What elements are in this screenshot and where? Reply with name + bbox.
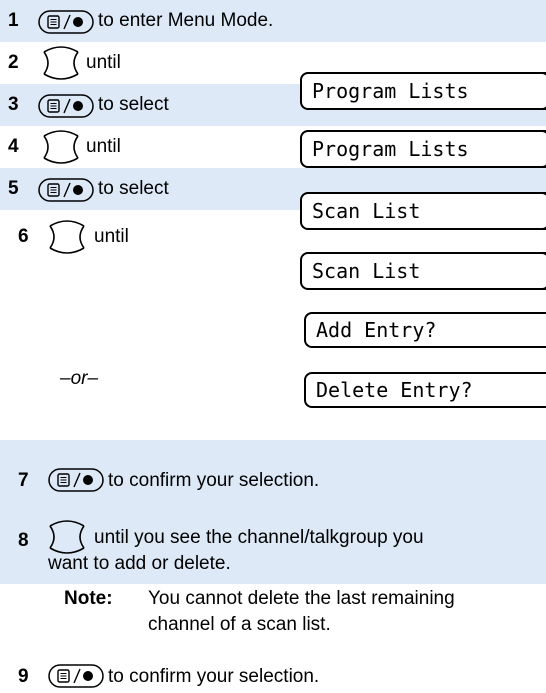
step-number: 1 bbox=[8, 10, 19, 31]
step-text: to confirm your selection. bbox=[108, 470, 320, 491]
note-text-line-1: You cannot delete the last remaining bbox=[148, 588, 455, 609]
display-readout: Program Lists bbox=[300, 130, 546, 168]
step-text: until bbox=[86, 136, 121, 157]
up-down-rocker-icon bbox=[49, 520, 85, 554]
menu-select-button-icon bbox=[48, 468, 104, 492]
step-number: 4 bbox=[8, 136, 19, 157]
step-text-line-2: want to add or delete. bbox=[48, 553, 231, 574]
menu-select-button-icon bbox=[38, 178, 94, 202]
up-down-rocker-icon bbox=[43, 130, 79, 164]
display-readout: Add Entry? bbox=[304, 312, 546, 348]
step-number: 6 bbox=[18, 226, 29, 247]
step-number: 3 bbox=[8, 94, 19, 115]
step-number: 2 bbox=[8, 52, 19, 73]
menu-select-button-icon bbox=[38, 94, 94, 118]
step-text: to enter Menu Mode. bbox=[98, 10, 274, 31]
step-number: 7 bbox=[18, 470, 29, 491]
step-text: to select bbox=[98, 94, 169, 115]
step-number: 5 bbox=[8, 178, 19, 199]
display-readout-alt: Delete Entry? bbox=[304, 372, 546, 408]
menu-select-button-icon bbox=[48, 664, 104, 688]
display-readout: Program Lists bbox=[300, 72, 546, 110]
step-text: until bbox=[86, 52, 121, 73]
step-text: to confirm your selection. bbox=[108, 666, 320, 687]
note-text-line-2: channel of a scan list. bbox=[148, 614, 331, 635]
step-text: until bbox=[94, 226, 129, 247]
or-separator: –or– bbox=[60, 368, 99, 389]
note-label: Note: bbox=[64, 588, 113, 609]
up-down-rocker-icon bbox=[49, 220, 85, 254]
display-readout: Scan List bbox=[300, 252, 546, 290]
step-text-line-1: until you see the channel/talkgroup you bbox=[94, 527, 424, 548]
step-text: to select bbox=[98, 178, 169, 199]
display-readout: Scan List bbox=[300, 192, 546, 230]
step-number: 9 bbox=[18, 666, 29, 687]
menu-select-button-icon bbox=[38, 10, 94, 34]
step-number: 8 bbox=[18, 530, 29, 551]
up-down-rocker-icon bbox=[43, 46, 79, 80]
